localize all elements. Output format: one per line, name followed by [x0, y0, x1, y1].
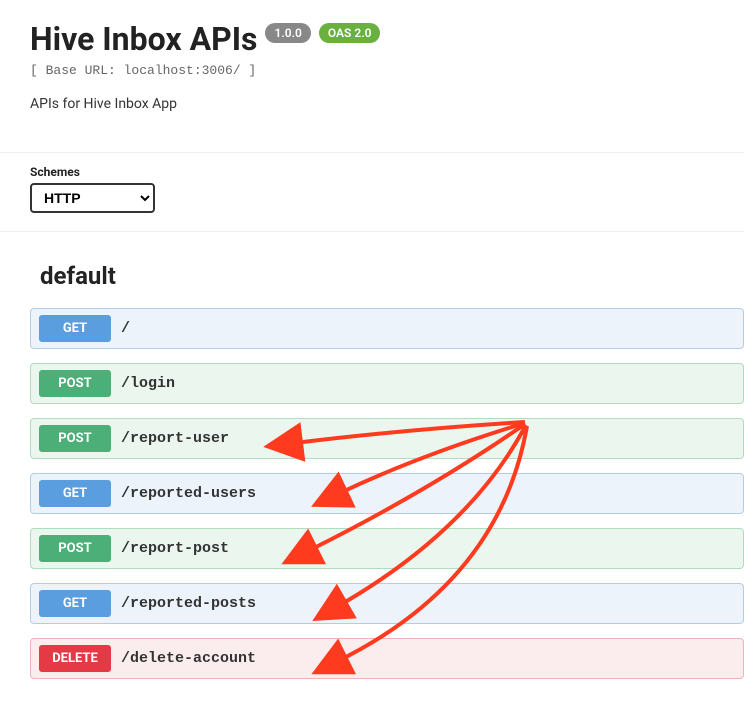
method-badge-post: POST: [39, 370, 111, 397]
operation-path: /delete-account: [121, 650, 256, 667]
operation-path: /reported-users: [121, 485, 256, 502]
title-row: Hive Inbox APIs 1.0.0 OAS 2.0: [30, 20, 714, 58]
operation-path: /report-user: [121, 430, 229, 447]
method-badge-post: POST: [39, 535, 111, 562]
api-header: Hive Inbox APIs 1.0.0 OAS 2.0 [ Base URL…: [0, 0, 744, 127]
api-title: Hive Inbox APIs: [30, 20, 257, 58]
operations-section: default GET / POST /login POST /report-u…: [0, 232, 744, 679]
method-badge-get: GET: [39, 590, 111, 617]
operation-row-delete-account[interactable]: DELETE /delete-account: [30, 638, 744, 679]
method-badge-delete: DELETE: [39, 645, 111, 672]
operation-row-report-post[interactable]: POST /report-post: [30, 528, 744, 569]
method-badge-get: GET: [39, 315, 111, 342]
operation-path: /: [121, 320, 130, 337]
operation-row-reported-users[interactable]: GET /reported-users: [30, 473, 744, 514]
operation-row-report-user[interactable]: POST /report-user: [30, 418, 744, 459]
schemes-block: Schemes HTTP: [0, 152, 744, 232]
method-badge-post: POST: [39, 425, 111, 452]
method-badge-get: GET: [39, 480, 111, 507]
api-description: APIs for Hive Inbox App: [30, 96, 714, 112]
schemes-label: Schemes: [30, 165, 714, 179]
operation-row-login[interactable]: POST /login: [30, 363, 744, 404]
operation-path: /reported-posts: [121, 595, 256, 612]
base-url: [ Base URL: localhost:3006/ ]: [30, 63, 714, 78]
operation-path: /report-post: [121, 540, 229, 557]
section-title[interactable]: default: [30, 262, 744, 290]
operation-row-root[interactable]: GET /: [30, 308, 744, 349]
operation-row-reported-posts[interactable]: GET /reported-posts: [30, 583, 744, 624]
oas-badge: OAS 2.0: [319, 23, 381, 43]
operation-path: /login: [121, 375, 175, 392]
scheme-select[interactable]: HTTP: [30, 183, 155, 213]
version-badge: 1.0.0: [265, 23, 310, 43]
